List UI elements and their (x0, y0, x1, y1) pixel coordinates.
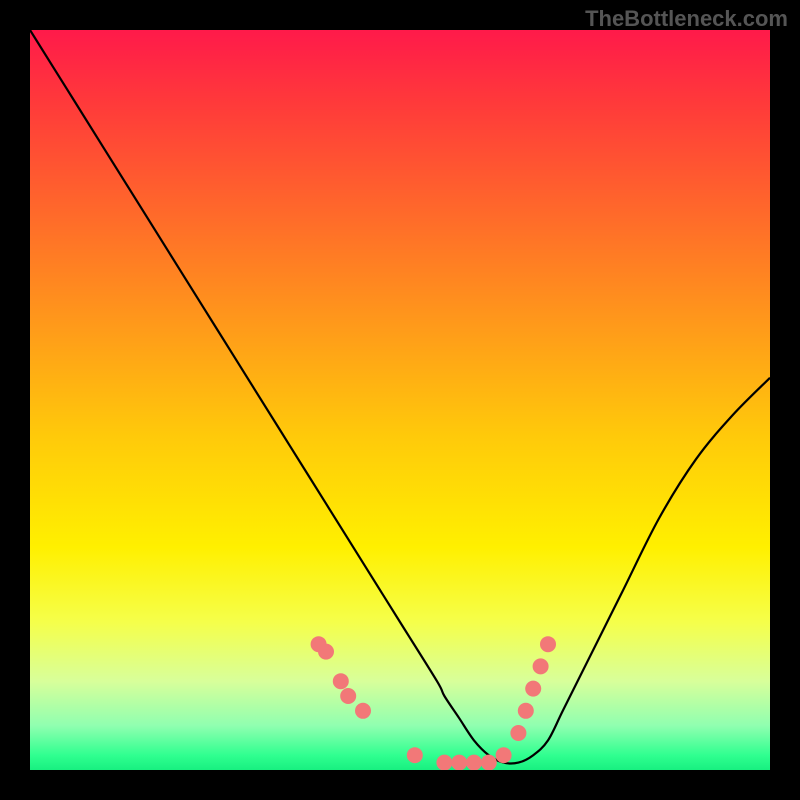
curve-marker (518, 703, 534, 719)
curve-marker (451, 755, 467, 770)
curve-marker (333, 673, 349, 689)
curve-marker (525, 681, 541, 697)
curve-marker (340, 688, 356, 704)
curve-marker (436, 755, 452, 770)
curve-marker (496, 747, 512, 763)
curve-marker (540, 636, 556, 652)
chart-plot-area (30, 30, 770, 770)
curve-marker (533, 658, 549, 674)
curve-marker (318, 644, 334, 660)
curve-marker (510, 725, 526, 741)
watermark-text: TheBottleneck.com (585, 6, 788, 32)
curve-marker (481, 755, 497, 770)
bottleneck-curve (30, 30, 770, 764)
chart-svg (30, 30, 770, 770)
curve-marker (355, 703, 371, 719)
curve-marker (407, 747, 423, 763)
curve-marker (466, 755, 482, 770)
curve-markers (311, 636, 556, 770)
